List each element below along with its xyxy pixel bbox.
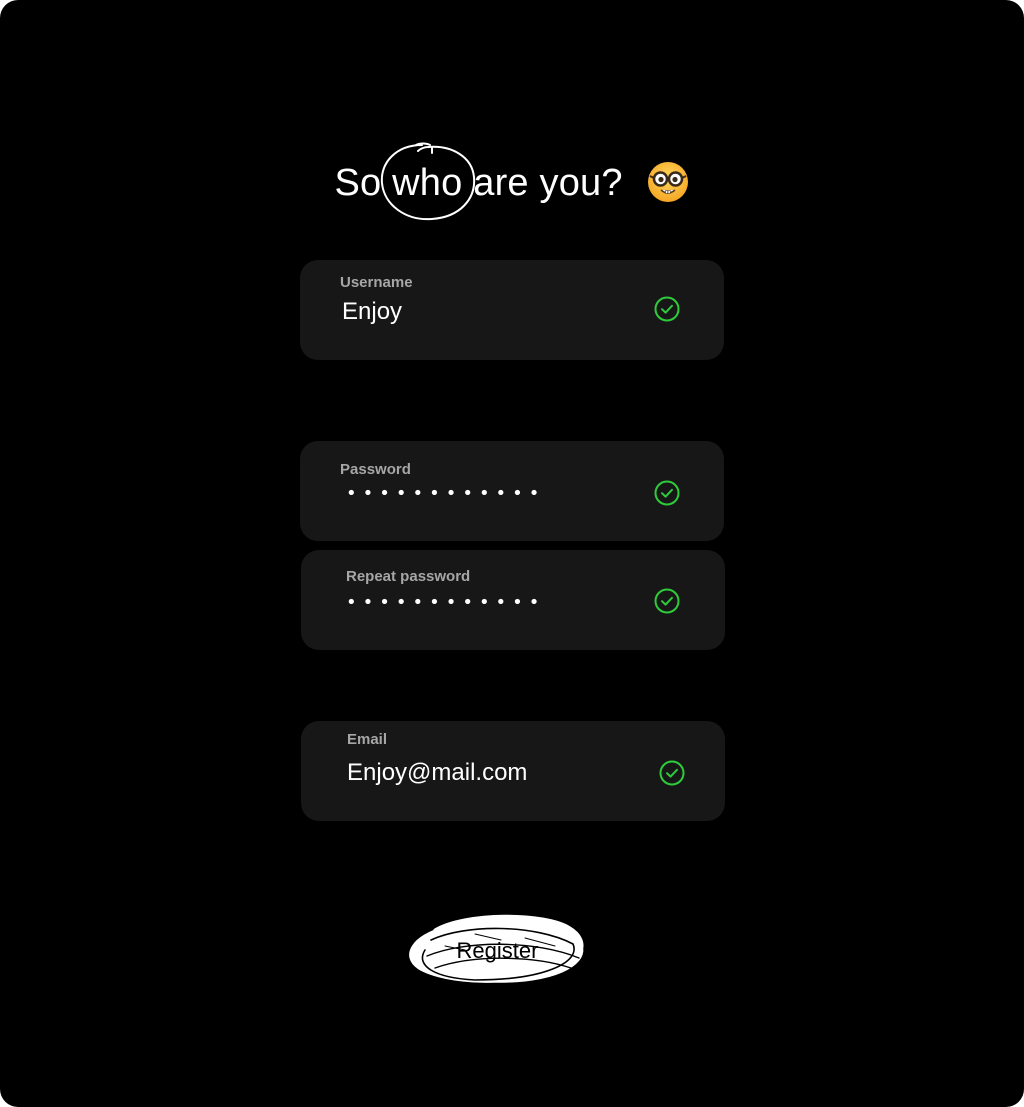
email-field[interactable]: Email Enjoy@mail.com	[301, 721, 725, 821]
check-circle-icon	[654, 480, 680, 506]
username-input[interactable]: Enjoy	[342, 298, 402, 326]
email-label: Email	[347, 731, 388, 748]
title-part-1: So	[334, 162, 382, 204]
check-circle-icon	[659, 760, 685, 786]
page-title: So who are you?	[0, 142, 1024, 221]
username-field[interactable]: Username Enjoy	[300, 260, 724, 360]
password-input[interactable]: ••••••••••••	[346, 483, 545, 504]
check-circle-icon	[654, 588, 680, 614]
password-field[interactable]: Password ••••••••••••	[300, 441, 724, 541]
repeat-password-field[interactable]: Repeat password ••••••••••••	[301, 550, 725, 650]
register-button[interactable]: Register	[405, 910, 590, 990]
repeat-password-input[interactable]: ••••••••••••	[346, 592, 545, 613]
register-label: Register	[456, 938, 539, 963]
repeat-password-label: Repeat password	[346, 568, 471, 585]
email-input[interactable]: Enjoy@mail.com	[347, 759, 527, 787]
nerd-face-icon	[647, 161, 689, 203]
username-label: Username	[340, 274, 413, 291]
title-highlight-word: who	[381, 142, 476, 221]
register-screen: So who are you? Username Enjoy Password …	[0, 0, 1024, 1107]
title-part-2: are you?	[473, 162, 623, 204]
check-circle-icon	[654, 296, 680, 322]
title-highlight-text: who	[392, 162, 463, 204]
password-label: Password	[340, 461, 411, 478]
